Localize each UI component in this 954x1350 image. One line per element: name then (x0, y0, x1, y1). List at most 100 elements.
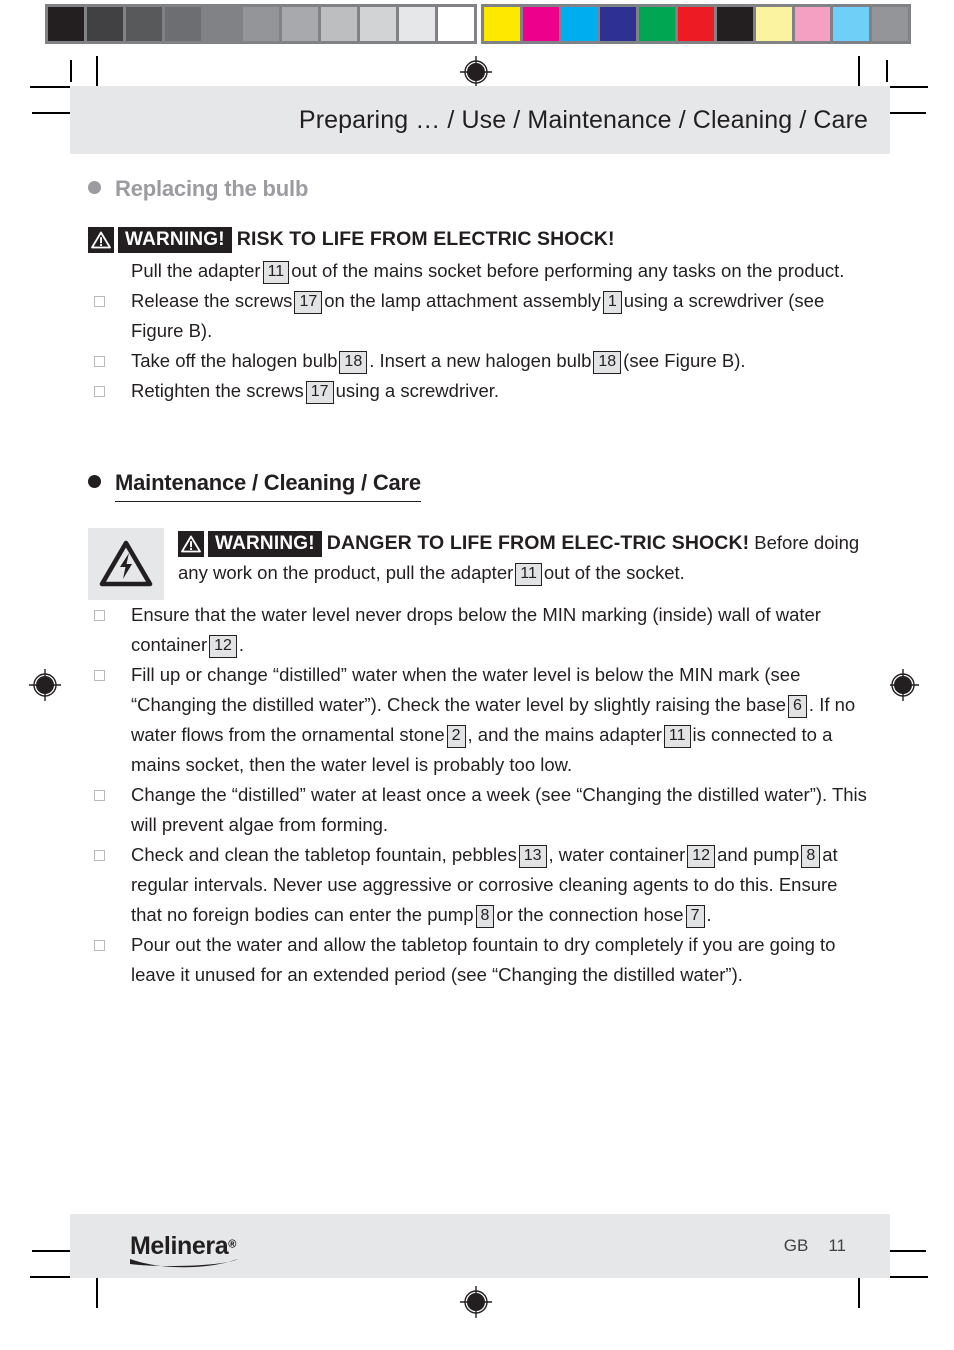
color-swatch (165, 7, 201, 41)
callout-ref-11: 11 (262, 261, 290, 284)
list-item: Ensure that the water level never drops … (88, 600, 868, 660)
list-bullet-square-icon (94, 850, 105, 861)
step-text-part-1: Retighten the screws (131, 380, 304, 401)
list-bullet-square-icon (94, 940, 105, 951)
crop-mark-top-left-vertical-inner (70, 60, 72, 82)
section-heading-maintenance-cleaning-care: Maintenance / Cleaning / Care (88, 470, 868, 502)
step-text-part-2: on the lamp attachment assembly (324, 290, 601, 311)
list-bullet-square-icon (94, 670, 105, 681)
color-swatch (794, 7, 831, 41)
list-item-text: Change the “distilled” water at least on… (131, 784, 867, 835)
list-item: Fill up or change “distilled” water when… (88, 660, 868, 780)
registered-trademark-icon: ® (228, 1238, 237, 1251)
step-text-part-1: Take off the halogen bulb (131, 350, 338, 371)
callout-ref-11d: 11 (663, 725, 691, 748)
callout-ref-18: 18 (339, 351, 368, 374)
callout-ref-6: 6 (788, 695, 807, 718)
section-bullet-icon (88, 475, 101, 488)
list-item: Take off the halogen bulb 18. Insert a ne… (88, 346, 868, 376)
list-item-text: Take off the halogen bulb 18. Insert a ne… (131, 346, 868, 376)
list-bullet-square-icon (94, 610, 105, 621)
callout-ref-11c: 11 (515, 563, 542, 586)
list-bullet-square-icon (94, 296, 105, 307)
warning-block-maintenance: WARNING! DANGER TO LIFE FROM ELEC-TRIC S… (88, 528, 868, 600)
warning-triangle-icon (178, 531, 204, 557)
callout-ref-1: 1 (602, 291, 622, 314)
list-bullet-square-icon (94, 356, 105, 367)
crop-mark-bottom-left-vertical (96, 1278, 98, 1308)
print-calibration-strip (45, 4, 911, 44)
list-bullet-square-icon (94, 386, 105, 397)
step-text-part-3: , and the mains adapter (467, 724, 662, 745)
color-swatch (399, 7, 435, 41)
list-item-text: Fill up or change “distilled” water when… (131, 660, 868, 780)
warning-maintenance-text: WARNING! DANGER TO LIFE FROM ELEC-TRIC S… (178, 528, 868, 588)
warning-body-text-after: out of the mains socket before performin… (291, 260, 845, 281)
list-item: Pour out the water and allow the tableto… (88, 930, 868, 990)
step-text-part-1: Check and clean the tabletop fountain, p… (131, 844, 517, 865)
color-swatch (360, 7, 396, 41)
color-swatch (833, 7, 870, 41)
color-swatch (522, 7, 559, 41)
step-text-part-1: Fill up or change “distilled” water when… (131, 664, 801, 715)
warning-body-text-after: out of the socket. (543, 562, 685, 583)
registration-mark-top (460, 56, 492, 88)
warning-headline-line-2: TRIC SHOCK! (620, 532, 750, 554)
color-swatch (600, 7, 637, 41)
warning-block-replacing-bulb: WARNING! RISK TO LIFE FROM ELECTRIC SHOC… (88, 224, 868, 286)
list-item: Change the “distilled” water at least on… (88, 780, 868, 840)
section-title-maintenance: Maintenance / Cleaning / Care (115, 470, 421, 502)
crop-mark-top-right-vertical-inner (886, 60, 888, 82)
crop-mark-top-left-vertical (96, 56, 98, 86)
list-item-text: Retighten the screws 17 using a screwdrive… (131, 376, 868, 406)
color-swatch (438, 7, 474, 41)
warning-headline-line-1: DANGER TO LIFE FROM ELEC- (326, 532, 621, 554)
list-item: Retighten the screws 17 using a screwdrive… (88, 376, 868, 406)
registration-mark-left (29, 669, 61, 701)
color-swatch (872, 7, 908, 41)
step-text-part-2: . (238, 634, 245, 655)
callout-ref-8b: 8 (475, 905, 495, 928)
crop-mark-top-right-vertical (858, 56, 860, 86)
step-text-part-2: , water container (548, 844, 686, 865)
warning-triangle-icon (88, 227, 114, 253)
color-swatch (484, 7, 520, 41)
callout-ref-17: 17 (294, 291, 323, 314)
color-swatch (87, 7, 123, 41)
brand-swoosh-icon (130, 1258, 238, 1267)
step-text-part-6: . (706, 904, 712, 925)
footer-page-number: 11 (828, 1236, 846, 1255)
callout-ref-13: 13 (518, 845, 547, 868)
color-swatch (126, 7, 162, 41)
page-header: Preparing … / Use / Maintenance / Cleani… (70, 86, 890, 154)
page-content: Replacing the bulb WARNING! RISK TO LIFE… (70, 176, 890, 990)
color-swatch-group (481, 4, 911, 44)
warning-badge: WARNING! (88, 227, 232, 253)
callout-ref-2: 2 (446, 725, 466, 748)
warning-word-label: WARNING! (208, 531, 322, 557)
page-header-title: Preparing … / Use / Maintenance / Cleani… (298, 105, 868, 134)
list-item-text: Release the screws 17 on the lamp attachme… (131, 286, 868, 346)
step-text-part-1: Release the screws (131, 290, 293, 311)
registration-mark-bottom (460, 1286, 492, 1318)
registration-mark-right (887, 669, 919, 701)
manual-page: Preparing … / Use / Maintenance / Cleani… (70, 86, 890, 1278)
step-text-part-2: . Insert a new halogen bulb (369, 350, 592, 371)
step-text-part-5: or the connection hose (496, 904, 684, 925)
warning-badge: WARNING! (178, 531, 322, 557)
section-bullet-icon (88, 181, 101, 194)
step-text-part-3: (see Figure B). (623, 350, 746, 371)
crop-mark-bottom-right-vertical (858, 1278, 860, 1308)
callout-ref-17b: 17 (305, 381, 334, 404)
brand-logo-melinera: Melinera® (130, 1231, 238, 1267)
color-swatch (48, 7, 84, 41)
color-swatch (639, 7, 676, 41)
callout-ref-12b: 12 (687, 845, 716, 868)
warning-body-text-before: Pull the adapter (131, 260, 261, 281)
warning-word-label: WARNING! (118, 227, 232, 253)
warning-headline-electric-shock: RISK TO LIFE FROM ELECTRIC SHOCK! (236, 228, 615, 250)
list-item-text: Check and clean the tabletop fountain, p… (131, 840, 868, 930)
color-swatch (243, 7, 279, 41)
callout-ref-12: 12 (209, 635, 237, 658)
brand-name: Melinera (130, 1231, 229, 1260)
